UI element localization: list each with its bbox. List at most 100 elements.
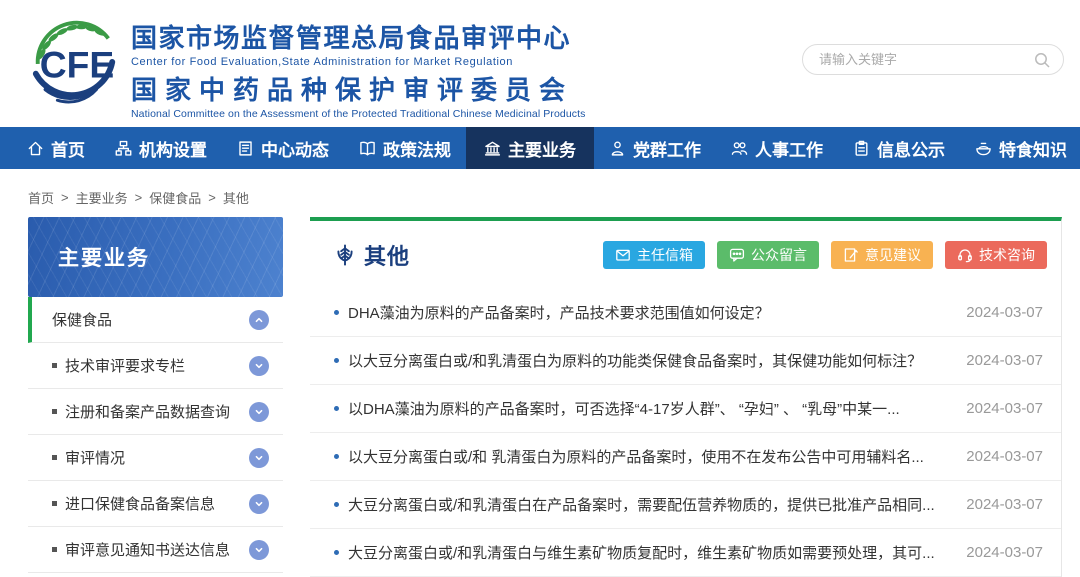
logo-text: CFE <box>40 44 114 86</box>
sidebar-item-3[interactable]: 注册和备案产品数据查询 <box>28 389 283 435</box>
action-button-label: 意见建议 <box>865 245 921 265</box>
list-item[interactable]: 大豆分离蛋白或/和乳清蛋白在产品备案时，需要配伍营养物质的，提供已批准产品相同.… <box>310 481 1061 529</box>
square-bullet <box>52 501 57 506</box>
search-icon[interactable] <box>1033 51 1051 69</box>
comment-icon <box>729 247 745 263</box>
people-icon <box>731 140 748 157</box>
sidebar-title: 主要业务 <box>58 242 150 272</box>
nav-item-label: 主要业务 <box>508 136 576 161</box>
business-icon <box>484 140 501 157</box>
nav-item-1[interactable]: 首页 <box>12 127 100 169</box>
sidebar-item-label: 注册和备案产品数据查询 <box>65 401 249 422</box>
list-item-title[interactable]: 以大豆分离蛋白或/和 乳清蛋白为原料的产品备案时，使用不在发布公告中可用辅料名.… <box>348 446 966 467</box>
bullet-dot <box>334 454 339 459</box>
chevron-down-icon[interactable] <box>249 402 269 422</box>
nav-item-label: 中心动态 <box>261 136 329 161</box>
breadcrumb-separator: > <box>135 190 143 205</box>
action-button-2[interactable]: 公众留言 <box>717 241 819 269</box>
list-item-date: 2024-03-07 <box>966 448 1043 465</box>
breadcrumb-separator: > <box>61 190 69 205</box>
nav-item-3[interactable]: 中心动态 <box>222 127 344 169</box>
nav-item-label: 人事工作 <box>755 136 823 161</box>
sidebar-item-label: 审评意见通知书送达信息 <box>65 539 249 560</box>
sidebar: 主要业务 保健食品技术审评要求专栏注册和备案产品数据查询审评情况进口保健食品备案… <box>28 217 283 573</box>
list-item[interactable]: 大豆分离蛋白或/和乳清蛋白与维生素矿物质复配时，维生素矿物质如需要预处理，其可.… <box>310 529 1061 577</box>
square-bullet <box>52 455 57 460</box>
suggest-icon <box>843 247 859 263</box>
square-bullet <box>52 547 57 552</box>
search-input[interactable] <box>819 52 1033 67</box>
site-subtitle-cn: 国家中药品种保护审评委员会 <box>131 70 571 107</box>
cfe-logo: CFE <box>26 13 124 111</box>
nav-item-label: 机构设置 <box>139 136 207 161</box>
sidebar-item-4[interactable]: 审评情况 <box>28 435 283 481</box>
nav-item-8[interactable]: 信息公示 <box>838 127 960 169</box>
bullet-dot <box>334 310 339 315</box>
action-button-label: 公众留言 <box>751 245 807 265</box>
main-nav: 首页机构设置中心动态政策法规主要业务党群工作人事工作信息公示特食知识下载专区 <box>0 127 1080 169</box>
mailbox-icon <box>615 247 631 263</box>
breadcrumb-separator: > <box>208 190 216 205</box>
nav-item-6[interactable]: 党群工作 <box>594 127 716 169</box>
list-item-date: 2024-03-07 <box>966 544 1043 561</box>
sidebar-item-1[interactable]: 保健食品 <box>28 297 283 343</box>
news-icon <box>237 140 254 157</box>
list-item-title[interactable]: 大豆分离蛋白或/和乳清蛋白在产品备案时，需要配伍营养物质的，提供已批准产品相同.… <box>348 494 966 515</box>
chevron-up-icon[interactable] <box>249 310 269 330</box>
wheat-icon <box>334 243 356 267</box>
sidebar-item-label: 技术审评要求专栏 <box>65 355 249 376</box>
action-button-1[interactable]: 主任信箱 <box>603 241 705 269</box>
nav-item-9[interactable]: 特食知识 <box>960 127 1080 169</box>
list-item-title[interactable]: 大豆分离蛋白或/和乳清蛋白与维生素矿物质复配时，维生素矿物质如需要预处理，其可.… <box>348 542 966 563</box>
bullet-dot <box>334 502 339 507</box>
breadcrumb-item[interactable]: 主要业务 <box>76 188 128 207</box>
list-item[interactable]: DHA藻油为原料的产品备案时，产品技术要求范围值如何设定？2024-03-07 <box>310 289 1061 337</box>
breadcrumb-item[interactable]: 其他 <box>223 188 249 207</box>
food-icon <box>975 140 992 157</box>
list-item-title[interactable]: 以DHA藻油为原料的产品备案时，可否选择“4-17岁人群”、 “孕妇” 、 “乳… <box>348 398 966 419</box>
bullet-dot <box>334 550 339 555</box>
bullet-dot <box>334 406 339 411</box>
chevron-down-icon[interactable] <box>249 448 269 468</box>
list-item-title[interactable]: DHA藻油为原料的产品备案时，产品技术要求范围值如何设定？ <box>348 302 966 323</box>
square-bullet <box>52 409 57 414</box>
action-button-4[interactable]: 技术咨询 <box>945 241 1047 269</box>
nav-item-5[interactable]: 主要业务 <box>466 127 594 169</box>
nav-item-label: 特食知识 <box>999 136 1067 161</box>
section-title-wrap: 其他 <box>334 239 410 271</box>
list-item[interactable]: 以大豆分离蛋白或/和乳清蛋白为原料的功能类保健食品备案时，其保健功能如何标注？2… <box>310 337 1061 385</box>
sidebar-item-2[interactable]: 技术审评要求专栏 <box>28 343 283 389</box>
bullet-dot <box>334 358 339 363</box>
action-button-label: 主任信箱 <box>637 245 693 265</box>
chevron-down-icon[interactable] <box>249 356 269 376</box>
breadcrumb-item[interactable]: 保健食品 <box>149 188 201 207</box>
sidebar-header: 主要业务 <box>28 217 283 297</box>
sidebar-item-6[interactable]: 审评意见通知书送达信息 <box>28 527 283 573</box>
headset-icon <box>957 247 973 263</box>
breadcrumb-item[interactable]: 首页 <box>28 188 54 207</box>
list-item-date: 2024-03-07 <box>966 352 1043 369</box>
square-bullet <box>52 363 57 368</box>
search-box <box>802 44 1064 75</box>
party-icon <box>609 140 626 157</box>
chevron-down-icon[interactable] <box>249 494 269 514</box>
list-item[interactable]: 以大豆分离蛋白或/和 乳清蛋白为原料的产品备案时，使用不在发布公告中可用辅料名.… <box>310 433 1061 481</box>
nav-item-4[interactable]: 政策法规 <box>344 127 466 169</box>
site-title-en: Center for Food Evaluation,State Adminis… <box>131 56 571 68</box>
org-icon <box>115 140 132 157</box>
list-item-date: 2024-03-07 <box>966 496 1043 513</box>
nav-item-2[interactable]: 机构设置 <box>100 127 222 169</box>
policy-icon <box>359 140 376 157</box>
list-item-title[interactable]: 以大豆分离蛋白或/和乳清蛋白为原料的功能类保健食品备案时，其保健功能如何标注？ <box>348 350 966 371</box>
chevron-down-icon[interactable] <box>249 540 269 560</box>
nav-item-label: 政策法规 <box>383 136 451 161</box>
list-item[interactable]: 以DHA藻油为原料的产品备案时，可否选择“4-17岁人群”、 “孕妇” 、 “乳… <box>310 385 1061 433</box>
info-icon <box>853 140 870 157</box>
action-button-3[interactable]: 意见建议 <box>831 241 933 269</box>
page-header: CFE 国家市场监督管理总局食品审评中心 Center for Food Eva… <box>0 0 1080 127</box>
nav-item-label: 信息公示 <box>877 136 945 161</box>
main-panel: 其他 主任信箱 公众留言 意见建议 技术咨询 DHA藻油为原料的产品备案时，产品技术要… <box>310 217 1062 577</box>
sidebar-item-5[interactable]: 进口保健食品备案信息 <box>28 481 283 527</box>
nav-item-7[interactable]: 人事工作 <box>716 127 838 169</box>
list-item-date: 2024-03-07 <box>966 400 1043 417</box>
